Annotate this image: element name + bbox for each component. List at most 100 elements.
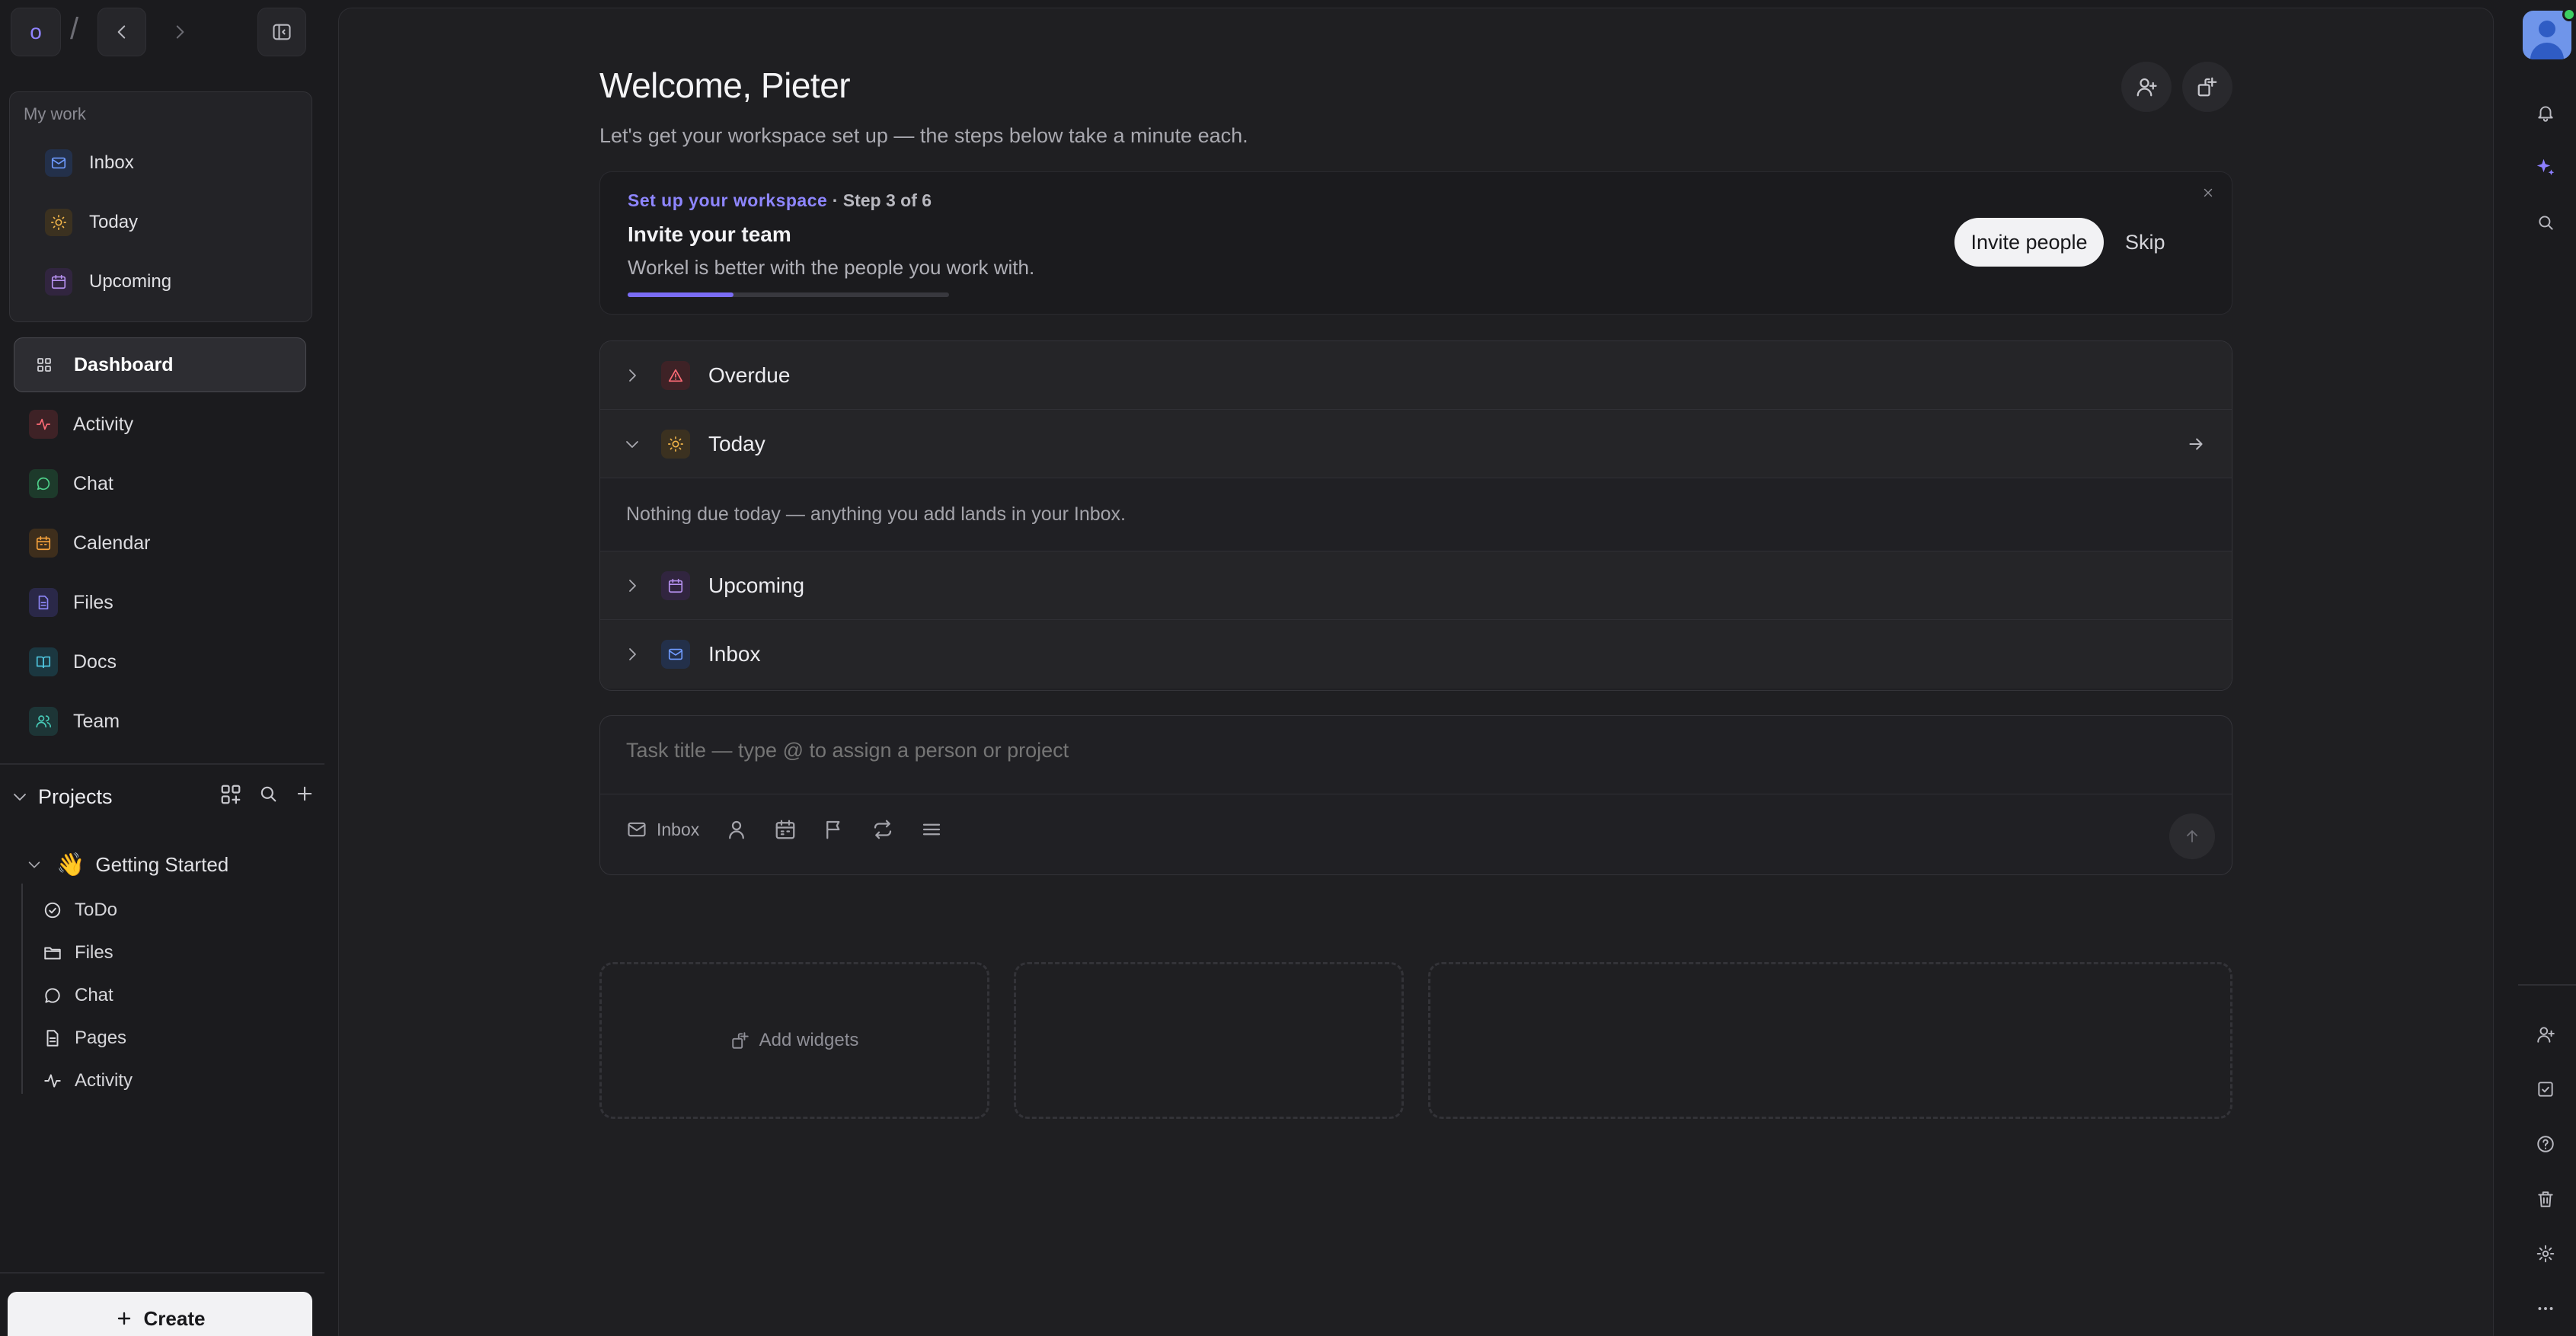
project-item-todo[interactable]: ToDo	[43, 891, 117, 929]
invite-people-button[interactable]: Invite people	[1954, 218, 2104, 267]
skip-button[interactable]: Skip	[2125, 218, 2165, 267]
project-name: Getting Started	[95, 852, 229, 876]
repeat-icon[interactable]	[871, 818, 894, 841]
sidebar-divider	[0, 763, 324, 765]
arrow-right-icon[interactable]	[2186, 434, 2206, 454]
today-empty-message: Nothing due today — anything you add lan…	[600, 478, 2232, 551]
project-item-label: Activity	[75, 1070, 133, 1091]
settings-gear-icon[interactable]	[2530, 1239, 2561, 1269]
tree-line	[21, 884, 23, 1094]
setup-progress-bar	[628, 292, 949, 297]
search-icon[interactable]	[2530, 207, 2561, 238]
tasks-checkbox-icon[interactable]	[2530, 1074, 2561, 1104]
project-getting-started[interactable]: 👋 Getting Started	[26, 846, 229, 883]
forward-button[interactable]	[155, 8, 204, 56]
calendar-icon	[45, 268, 72, 296]
sidebar-item-label: Team	[73, 710, 120, 732]
sidebar-item-label: Dashboard	[74, 353, 174, 376]
project-item-activity[interactable]: Activity	[43, 1062, 133, 1100]
task-composer: Inbox	[599, 715, 2232, 875]
my-work-item-inbox[interactable]: Inbox	[21, 138, 301, 188]
empty-widget-slot	[1014, 962, 1404, 1119]
rail-divider	[2518, 984, 2576, 986]
add-widgets-label: Add widgets	[759, 1030, 859, 1050]
warning-icon	[661, 360, 690, 390]
due-date-icon[interactable]	[774, 818, 797, 841]
check-circle-icon	[43, 900, 62, 920]
section-upcoming[interactable]: Upcoming	[600, 551, 2232, 620]
close-icon[interactable]	[2201, 186, 2215, 200]
grid-icon	[30, 350, 59, 379]
more-options-icon[interactable]	[920, 818, 943, 841]
setup-title: Invite your team	[628, 222, 791, 246]
page-subtitle: Let's get your workspace set up — the st…	[599, 124, 1248, 147]
create-button[interactable]: Create	[8, 1292, 312, 1336]
inbox-icon	[661, 640, 690, 669]
add-widgets-slot[interactable]: Add widgets	[599, 962, 989, 1119]
user-add-icon	[2137, 78, 2157, 97]
sidebar-item-dashboard[interactable]: Dashboard	[14, 337, 306, 392]
assignee-icon[interactable]	[725, 818, 748, 841]
project-item-label: Chat	[75, 985, 113, 1005]
destination-label: Inbox	[657, 819, 700, 839]
activity-icon	[29, 410, 58, 439]
project-item-label: Pages	[75, 1028, 127, 1048]
search-icon[interactable]	[257, 783, 279, 806]
add-project-icon[interactable]	[294, 783, 315, 806]
calendar-icon	[29, 529, 58, 558]
chat-icon	[43, 986, 62, 1005]
project-item-pages[interactable]: Pages	[43, 1019, 126, 1057]
destination-inbox-button[interactable]: Inbox	[626, 819, 699, 840]
toggle-sidebar-button[interactable]	[257, 8, 306, 56]
flag-icon[interactable]	[823, 818, 845, 841]
project-item-label: Files	[75, 942, 113, 963]
widget-add-icon	[730, 1031, 750, 1050]
contacts-icon[interactable]	[2530, 1019, 2561, 1050]
sun-icon	[45, 209, 72, 236]
chevron-right-icon	[623, 366, 641, 385]
main-panel: Welcome, Pieter Let's get your workspace…	[338, 8, 2494, 1336]
task-sections: Overdue Today Nothing due today — anythi…	[599, 340, 2232, 691]
projects-header[interactable]: Projects	[11, 780, 315, 813]
sidebar-item-chat[interactable]: Chat	[14, 456, 306, 511]
widget-add-icon	[2197, 77, 2217, 97]
add-widget-button[interactable]	[2182, 62, 2232, 112]
sidebar-item-team[interactable]: Team	[14, 694, 306, 749]
section-label: Upcoming	[708, 573, 805, 597]
invite-member-button[interactable]	[2121, 62, 2172, 112]
sidebar-item-files[interactable]: Files	[14, 575, 306, 630]
sidebar-item-calendar[interactable]: Calendar	[14, 516, 306, 571]
section-label: Today	[708, 431, 765, 455]
project-item-chat[interactable]: Chat	[43, 976, 113, 1015]
inbox-icon	[45, 149, 72, 177]
help-icon[interactable]	[2530, 1129, 2561, 1159]
trash-icon[interactable]	[2530, 1184, 2561, 1214]
back-button[interactable]	[97, 8, 146, 56]
ai-sparkle-icon[interactable]	[2530, 152, 2561, 183]
project-templates-icon[interactable]	[219, 783, 242, 806]
sidebar-item-activity[interactable]: Activity	[14, 397, 306, 452]
chevron-down-icon	[26, 856, 43, 873]
my-work-item-today[interactable]: Today	[21, 197, 301, 248]
sun-icon	[661, 429, 690, 459]
setup-description: Workel is better with the people you wor…	[628, 256, 1035, 279]
my-work-title: My work	[24, 104, 86, 123]
submit-task-button[interactable]	[2169, 813, 2215, 859]
chevron-down-icon	[623, 435, 641, 453]
sidebar-item-docs[interactable]: Docs	[14, 634, 306, 689]
my-work-item-label: Upcoming	[89, 271, 172, 292]
chevron-left-icon	[117, 25, 126, 39]
notifications-bell-icon[interactable]	[2530, 97, 2561, 128]
more-horizontal-icon[interactable]	[2530, 1293, 2561, 1324]
section-inbox[interactable]: Inbox	[600, 620, 2232, 689]
sidebar-divider	[0, 1272, 324, 1274]
folder-icon	[43, 943, 62, 963]
setup-card: Set up your workspace · Step 3 of 6 Invi…	[599, 171, 2232, 315]
project-item-files[interactable]: Files	[43, 934, 113, 972]
workspace-switcher-button[interactable]: o	[11, 8, 61, 56]
setup-eyebrow-title: Set up your workspace	[628, 190, 828, 210]
section-today[interactable]: Today	[600, 410, 2232, 478]
my-work-item-upcoming[interactable]: Upcoming	[21, 257, 301, 307]
task-title-input[interactable]	[626, 739, 2149, 762]
section-overdue[interactable]: Overdue	[600, 341, 2232, 410]
